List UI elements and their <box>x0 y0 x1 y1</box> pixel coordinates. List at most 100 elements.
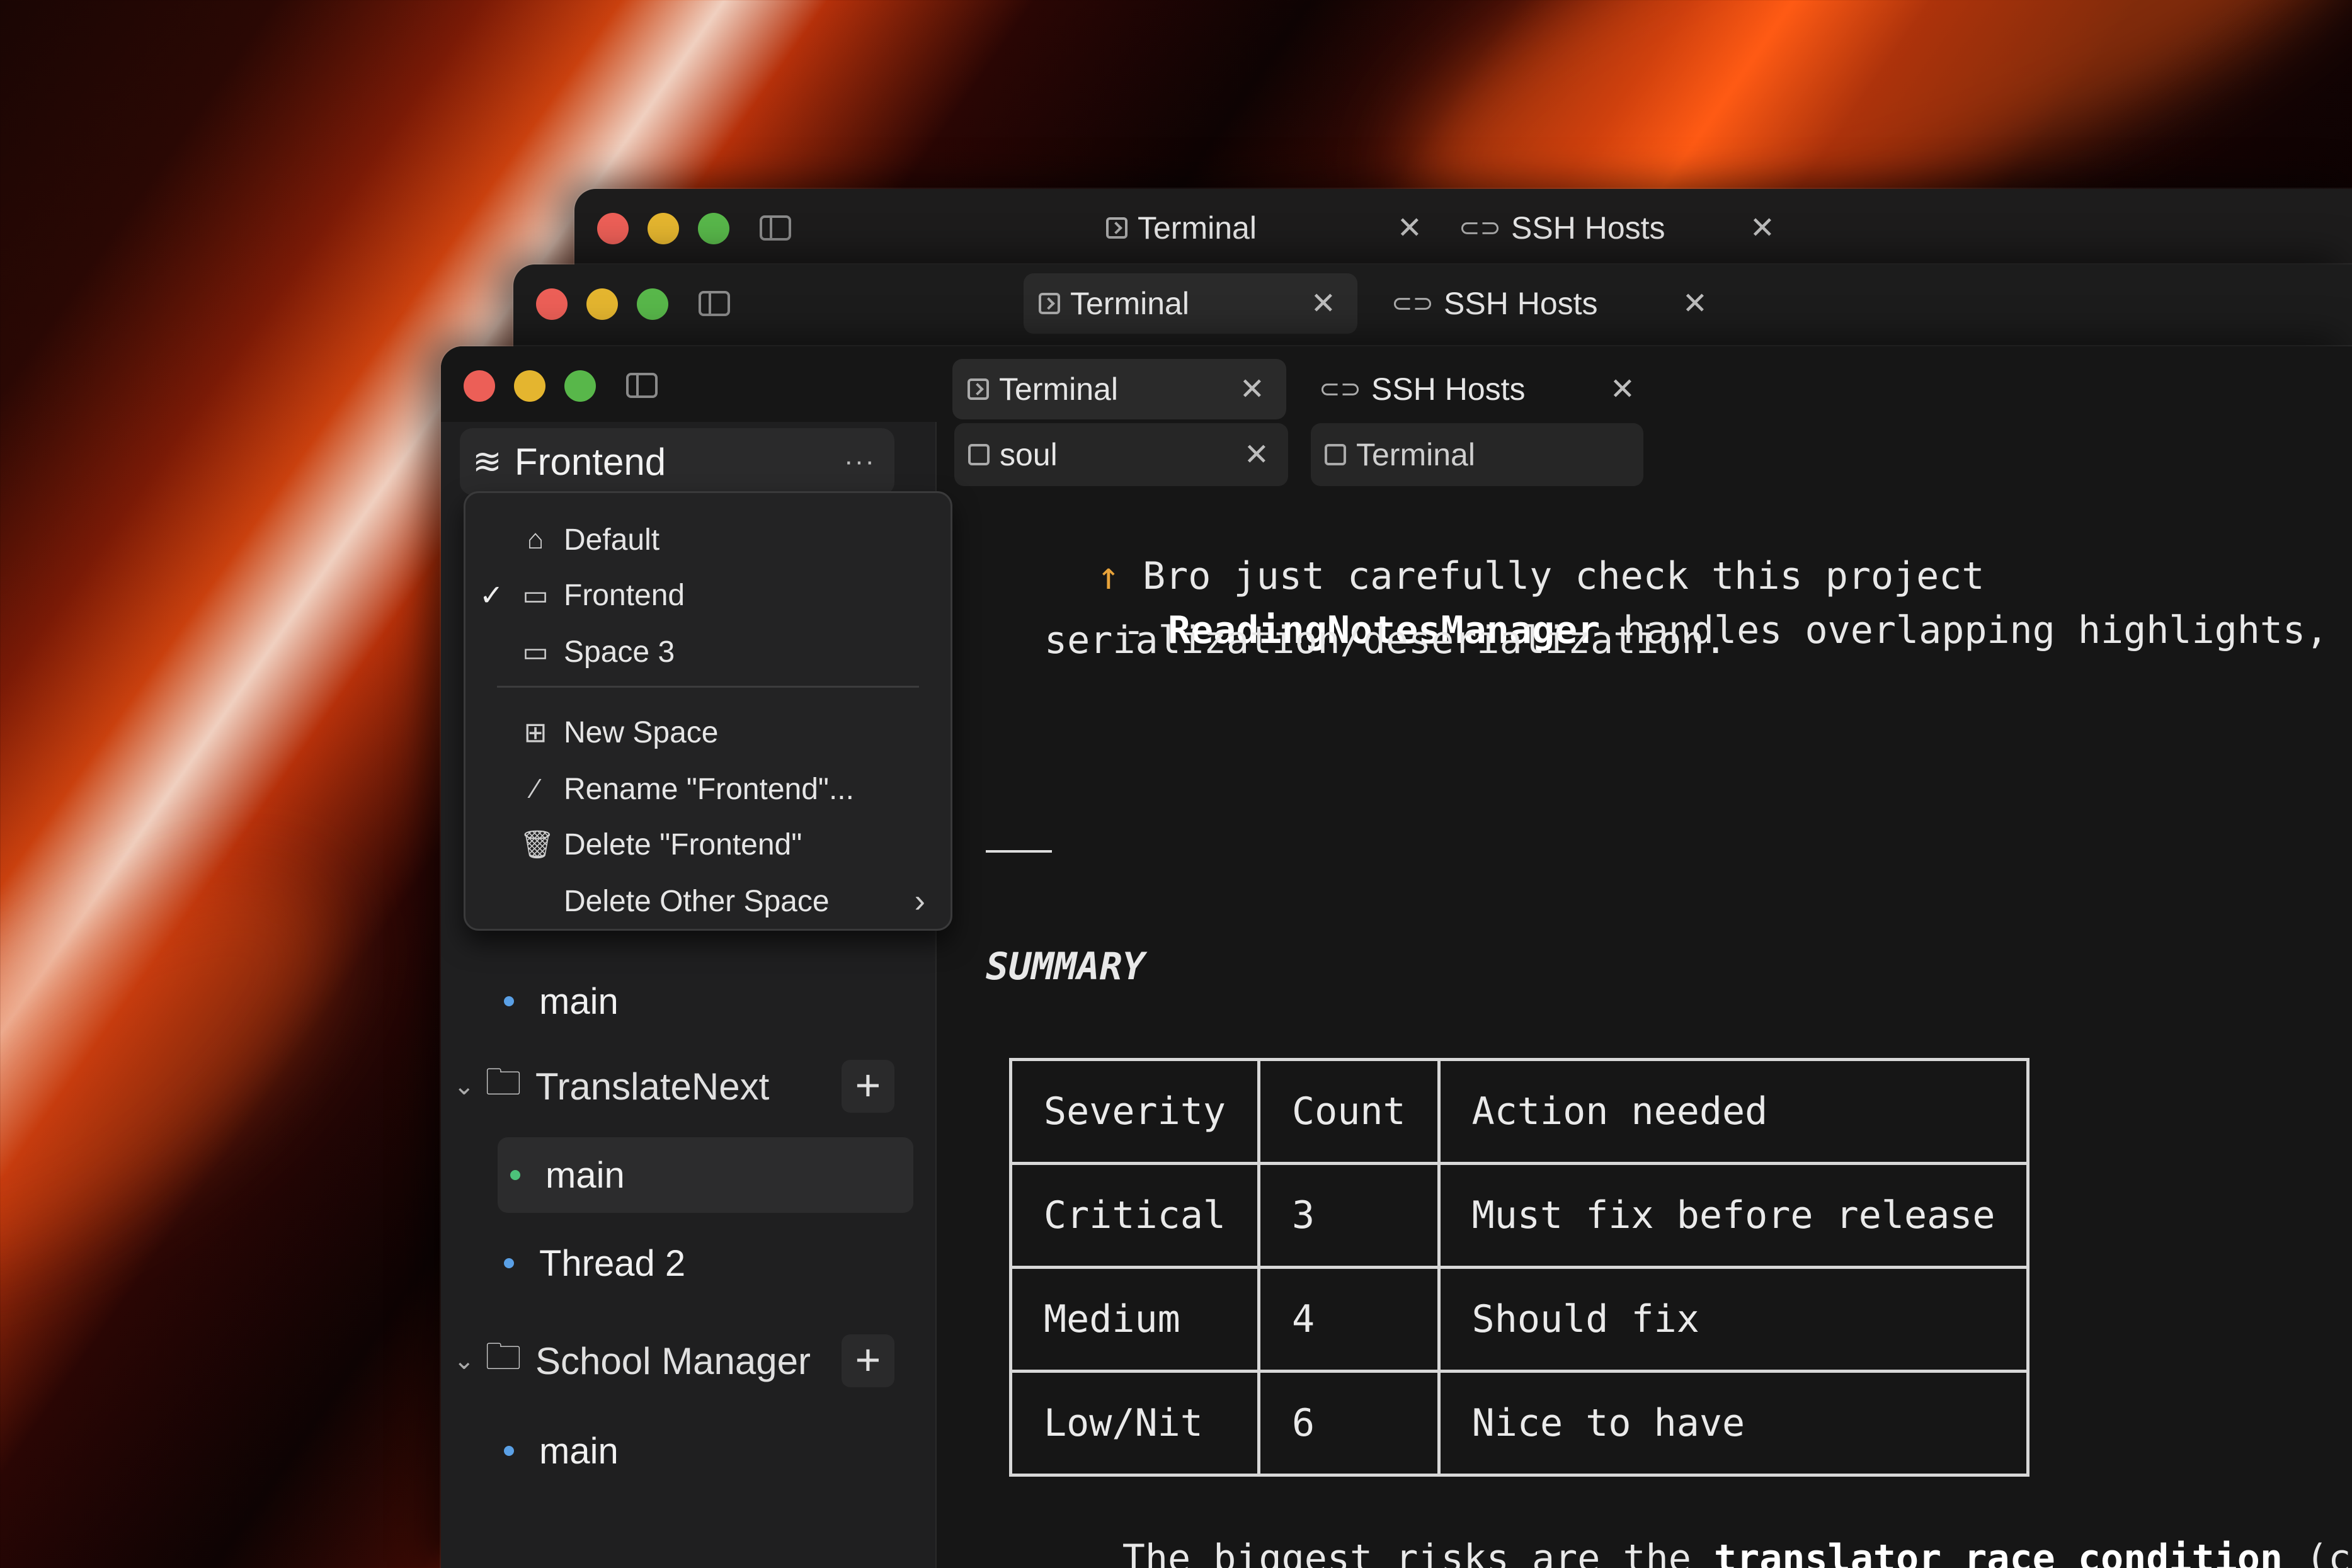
table-cell: Critical <box>1009 1162 1260 1269</box>
terminal-icon <box>1325 444 1346 465</box>
tab-ssh-hosts[interactable]: ⊂⊃ SSH Hosts ✕ <box>1376 273 1729 334</box>
close-window-button[interactable] <box>597 213 629 244</box>
close-window-button[interactable] <box>464 370 495 402</box>
pencil-icon: ⁄ <box>533 773 538 804</box>
link-icon: ⊂⊃ <box>1459 214 1502 242</box>
add-thread-button[interactable]: + <box>842 1334 894 1387</box>
folder-school-manager[interactable]: ⌄ 🗀 School Manager + <box>454 1326 913 1395</box>
checkmark-icon: ✓ <box>479 579 504 611</box>
minimize-window-button[interactable] <box>514 370 545 402</box>
close-icon[interactable]: ✕ <box>1240 372 1265 407</box>
space-switcher[interactable]: ≋ Frontend ··· <box>460 428 894 495</box>
link-icon: ⊂⊃ <box>1391 290 1434 317</box>
table-header-row: Severity Count Action needed <box>1009 1058 2030 1165</box>
zoom-window-button[interactable] <box>637 288 668 320</box>
close-icon[interactable]: ✕ <box>1244 437 1269 472</box>
plus-square-icon: ⊞ <box>523 717 547 748</box>
folder-label: School Manager <box>535 1339 811 1382</box>
sidebar-toggle-icon[interactable] <box>760 215 791 241</box>
horizontal-rule <box>986 850 1052 853</box>
menu-item-label: New Space <box>564 715 719 749</box>
chevron-down-icon[interactable]: ⌄ <box>454 1346 479 1375</box>
thread-item[interactable]: main <box>491 1413 619 1489</box>
tab-label: Terminal <box>999 372 1118 407</box>
close-icon[interactable]: ✕ <box>1311 286 1336 321</box>
menu-item-default[interactable]: ⌂ Default <box>465 513 951 566</box>
more-icon[interactable]: ··· <box>844 446 876 477</box>
minimize-window-button[interactable] <box>586 288 618 320</box>
terminal-icon <box>1039 293 1060 314</box>
close-icon[interactable]: ✕ <box>1397 210 1422 246</box>
menu-item-space-3[interactable]: ▭ Space 3 <box>465 625 951 678</box>
tab-terminal[interactable]: Terminal ✕ <box>952 359 1286 419</box>
chevron-down-icon[interactable]: ⌄ <box>454 1072 479 1101</box>
titlebar: Terminal ✕ ⊂⊃ SSH Hosts ✕ <box>513 264 2352 340</box>
thread-status-dot <box>504 996 514 1006</box>
menu-item-rename[interactable]: ⁄ Rename "Frontend"... <box>465 763 951 815</box>
thread-item[interactable]: Thread 2 <box>491 1225 685 1301</box>
titlebar: Terminal ✕ ⊂⊃ SSH Hosts ✕ <box>574 189 2352 264</box>
close-icon[interactable]: ✕ <box>1610 372 1635 407</box>
table-row: Critical 3 Must fix before release <box>1009 1162 2030 1269</box>
space-icon: ▭ <box>522 636 549 668</box>
tab-ssh-hosts[interactable]: ⊂⊃ SSH Hosts ✕ <box>1304 359 1657 419</box>
subtab-terminal[interactable]: Terminal <box>1311 423 1643 486</box>
menu-divider <box>497 686 919 688</box>
menu-item-label: Delete "Frontend" <box>564 827 802 861</box>
close-window-button[interactable] <box>536 288 568 320</box>
tab-terminal[interactable]: Terminal ✕ <box>1024 273 1357 334</box>
folder-icon: 🗀 <box>485 1061 522 1103</box>
table-header: Count <box>1257 1058 1441 1165</box>
minimize-window-button[interactable] <box>648 213 679 244</box>
terminal-pane[interactable]: soul ✕ Terminal ↑ Bro just carefully che… <box>935 422 2352 1568</box>
menu-item-frontend[interactable]: ✓ ▭ Frontend <box>465 569 951 622</box>
home-icon: ⌂ <box>527 524 544 555</box>
space-title: Frontend <box>514 440 666 483</box>
tab-ssh-hosts[interactable]: ⊂⊃ SSH Hosts ✕ <box>1444 198 1796 258</box>
thread-status-dot <box>504 1446 514 1456</box>
sidebar-toggle-icon[interactable] <box>626 373 658 398</box>
folder-translatenext[interactable]: ⌄ 🗀 TranslateNext + <box>454 1052 913 1121</box>
link-icon: ⊂⊃ <box>1319 375 1362 403</box>
terminal-icon <box>1106 217 1127 239</box>
table-row: Medium 4 Should fix <box>1009 1266 2030 1373</box>
close-icon[interactable]: ✕ <box>1750 210 1775 246</box>
table-cell: Must fix before release <box>1437 1162 2030 1269</box>
footer-line: The biggest risks are the translator rac… <box>986 1492 2352 1568</box>
titlebar: Terminal ✕ ⊂⊃ SSH Hosts ✕ <box>441 346 2352 422</box>
summary-heading: SUMMARY <box>986 945 1145 989</box>
severity-table: Severity Count Action needed Critical 3 … <box>1009 1058 2030 1477</box>
menu-item-new-space[interactable]: ⊞ New Space <box>465 706 951 759</box>
table-cell: 4 <box>1257 1266 1441 1373</box>
table-cell: Should fix <box>1437 1266 2030 1373</box>
space-icon: ▭ <box>522 579 549 611</box>
close-icon[interactable]: ✕ <box>1682 286 1708 321</box>
subtab-soul[interactable]: soul ✕ <box>954 423 1288 486</box>
tab-terminal[interactable]: Terminal ✕ <box>1091 198 1444 258</box>
menu-item-delete[interactable]: 🗑 Delete "Frontend" <box>465 818 951 871</box>
table-row: Low/Nit 6 Nice to have <box>1009 1370 2030 1477</box>
menu-item-label: Space 3 <box>564 635 675 669</box>
sidebar: ≋ Frontend ··· main ⌄ 🗀 TranslateNext + … <box>441 422 952 1568</box>
thread-label: main <box>539 1430 619 1472</box>
menu-item-label: Rename "Frontend"... <box>564 772 854 806</box>
zoom-window-button[interactable] <box>698 213 729 244</box>
add-thread-button[interactable]: + <box>842 1060 894 1113</box>
space-menu: ⌂ Default ✓ ▭ Frontend ▭ Space 3 ⊞ New S… <box>464 491 952 931</box>
subtab-label: soul <box>1000 437 1058 472</box>
table-cell: 3 <box>1257 1162 1441 1269</box>
menu-item-label: Delete Other Space <box>564 884 830 918</box>
menu-item-label: Default <box>564 523 660 557</box>
thread-item[interactable]: main <box>491 963 619 1039</box>
zoom-window-button[interactable] <box>564 370 596 402</box>
sidebar-toggle-icon[interactable] <box>699 291 730 316</box>
footer-suffix: (crash on <box>2305 1537 2352 1568</box>
bullet-line-2: serialization/deserialization. <box>1044 618 1727 662</box>
table-cell: Nice to have <box>1437 1370 2030 1477</box>
background-glow <box>0 805 399 1336</box>
thread-item[interactable]: main <box>498 1137 913 1213</box>
chevron-right-icon: › <box>914 883 925 919</box>
menu-item-delete-other-space[interactable]: Delete Other Space › <box>465 875 951 928</box>
folder-icon: 🗀 <box>485 1336 522 1377</box>
tab-label: SSH Hosts <box>1444 286 1598 321</box>
